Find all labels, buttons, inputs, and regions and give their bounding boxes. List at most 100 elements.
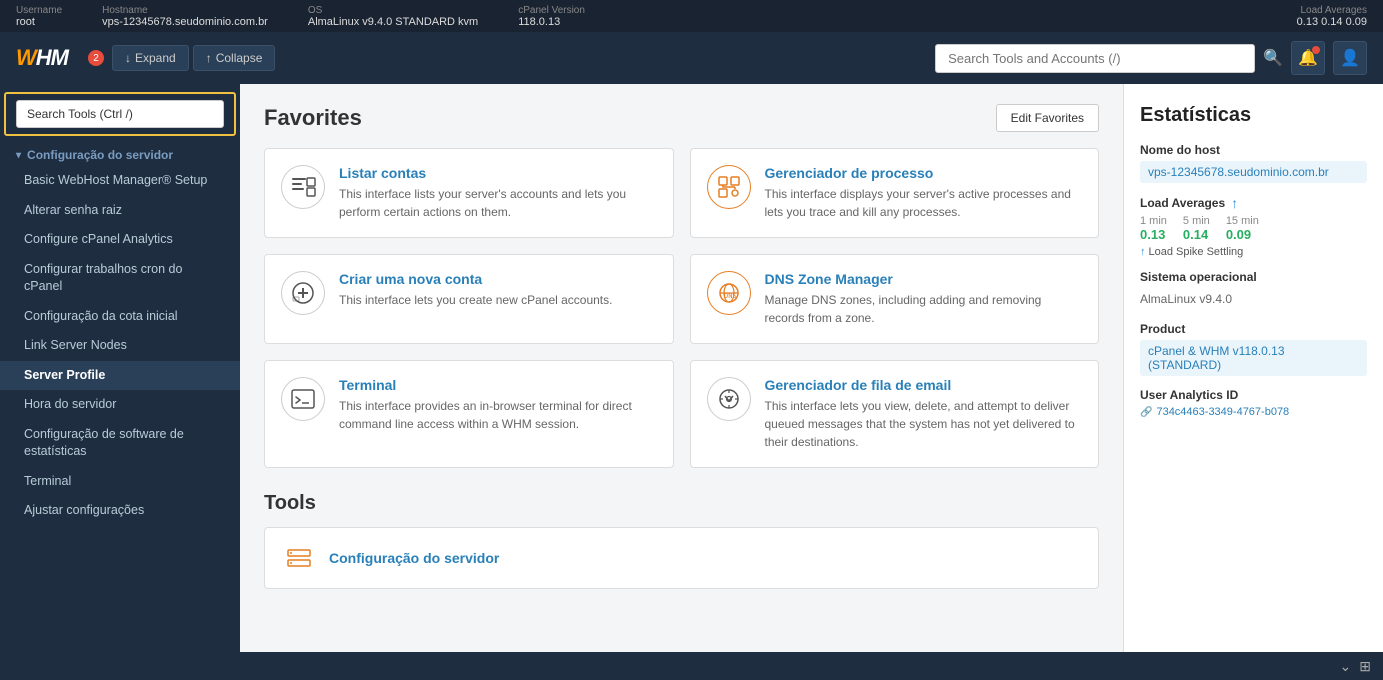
stats-title: Estatísticas xyxy=(1140,104,1367,127)
fav-card-processo-text: Gerenciador de processo This interface d… xyxy=(765,165,1083,221)
bottom-grid-icon[interactable]: ⊞ xyxy=(1359,658,1371,675)
load-5min-value: 0.14 xyxy=(1183,227,1210,242)
fav-card-dns-desc: Manage DNS zones, including adding and r… xyxy=(765,291,1083,327)
username-label: Username xyxy=(16,5,62,16)
product-stat-value: cPanel & WHM v118.0.13 (STANDARD) xyxy=(1140,340,1367,376)
load-5min-label: 5 min xyxy=(1183,215,1210,227)
fav-card-listar-contas-text: Listar contas This interface lists your … xyxy=(339,165,657,221)
bottom-bar: ⌄ ⊞ xyxy=(0,652,1383,680)
load-1min-col: 1 min 0.13 xyxy=(1140,215,1167,242)
main-content: Favorites Edit Favorites Listar contas xyxy=(240,84,1123,652)
main-layout: ▾ Configuração do servidor Basic WebHost… xyxy=(0,84,1383,652)
sidebar-item-server-profile[interactable]: Server Profile xyxy=(0,361,240,391)
fav-card-terminal-text: Terminal This interface provides an in-b… xyxy=(339,377,657,433)
dns-zone-icon: DNS xyxy=(707,271,751,315)
whm-logo: WHM xyxy=(16,45,68,71)
os-stat-value: AlmaLinux v9.4.0 xyxy=(1140,288,1367,310)
tools-title: Tools xyxy=(264,492,1099,515)
server-config-icon xyxy=(281,540,317,576)
fav-card-terminal[interactable]: Terminal This interface provides an in-b… xyxy=(264,360,674,468)
hostname-label: Hostname xyxy=(102,5,268,16)
sidebar-search-input[interactable] xyxy=(16,100,224,128)
sidebar-section-header-server[interactable]: ▾ Configuração do servidor xyxy=(0,140,240,166)
sidebar: ▾ Configuração do servidor Basic WebHost… xyxy=(0,84,240,652)
fav-card-criar-conta[interactable]: Criar uma nova conta This interface lets… xyxy=(264,254,674,344)
load-spike-label: ↑ Load Spike Settling xyxy=(1140,246,1367,258)
fav-card-listar-contas[interactable]: Listar contas This interface lists your … xyxy=(264,148,674,238)
sidebar-item-cota[interactable]: Configuração da cota inicial xyxy=(0,302,240,332)
fav-card-email-title: Gerenciador de fila de email xyxy=(765,377,1083,393)
hostname-stat-value: vps-12345678.seudominio.com.br xyxy=(1140,161,1367,183)
bottom-chevron-down-icon[interactable]: ⌄ xyxy=(1340,658,1352,675)
cpanel-value: 118.0.13 xyxy=(518,16,585,28)
sidebar-item-cron[interactable]: Configurar trabalhos cron do cPanel xyxy=(0,255,240,302)
load-averages-header: Load Averages ↑ xyxy=(1140,195,1367,211)
edit-favorites-button[interactable]: Edit Favorites xyxy=(996,104,1099,132)
email-queue-icon xyxy=(707,377,751,421)
chevron-down-icon: ▾ xyxy=(16,150,21,161)
top-info-bar: Username root Hostname vps-12345678.seud… xyxy=(0,0,1383,32)
username-info: Username root xyxy=(16,5,62,28)
fav-card-listar-contas-desc: This interface lists your server's accou… xyxy=(339,185,657,221)
tools-section: Tools Configuração do servidor xyxy=(264,492,1099,589)
favorites-title: Favorites xyxy=(264,105,362,131)
fav-card-dns[interactable]: DNS DNS Zone Manager Manage DNS zones, i… xyxy=(690,254,1100,344)
sidebar-item-ajustar[interactable]: Ajustar configurações xyxy=(0,496,240,526)
load-averages-info: Load Averages 0.13 0.14 0.09 xyxy=(1297,5,1367,28)
fav-card-terminal-title: Terminal xyxy=(339,377,657,393)
fav-card-email-desc: This interface lets you view, delete, an… xyxy=(765,397,1083,451)
collapse-arrow-icon: ↑ xyxy=(206,51,212,65)
header-search-button[interactable]: 🔍 xyxy=(1263,48,1283,68)
os-info: OS AlmaLinux v9.4.0 STANDARD kvm xyxy=(308,5,478,28)
analytics-link-icon: 🔗 xyxy=(1140,407,1152,418)
fav-card-criar-conta-desc: This interface lets you create new cPane… xyxy=(339,291,657,309)
os-stat-label: Sistema operacional xyxy=(1140,270,1367,284)
terminal-icon xyxy=(281,377,325,421)
load-15min-value: 0.09 xyxy=(1226,227,1259,242)
tools-row-server-config[interactable]: Configuração do servidor xyxy=(264,527,1099,589)
fav-card-listar-contas-title: Listar contas xyxy=(339,165,657,181)
bell-icon-button[interactable]: 🔔 xyxy=(1291,41,1325,75)
notification-badge: 2 xyxy=(88,50,104,66)
expand-button[interactable]: ↓ Expand xyxy=(112,45,189,71)
load-1min-label: 1 min xyxy=(1140,215,1167,227)
analytics-id-value: 🔗 734c4463-3349-4767-b078 xyxy=(1140,406,1367,418)
os-value: AlmaLinux v9.4.0 STANDARD kvm xyxy=(308,16,478,28)
user-icon-button[interactable]: 👤 xyxy=(1333,41,1367,75)
process-manager-icon xyxy=(707,165,751,209)
collapse-button[interactable]: ↑ Collapse xyxy=(193,45,276,71)
fav-card-gerenciador-processo[interactable]: Gerenciador de processo This interface d… xyxy=(690,148,1100,238)
fav-card-processo-title: Gerenciador de processo xyxy=(765,165,1083,181)
expand-arrow-icon: ↓ xyxy=(125,51,131,65)
load-cols: 1 min 0.13 5 min 0.14 15 min 0.09 xyxy=(1140,215,1367,242)
sidebar-item-link-server[interactable]: Link Server Nodes xyxy=(0,331,240,361)
sidebar-item-basic-webhost[interactable]: Basic WebHost Manager® Setup xyxy=(0,166,240,196)
fav-card-criar-conta-title: Criar uma nova conta xyxy=(339,271,657,287)
header-search-input[interactable] xyxy=(935,44,1255,73)
hostname-value: vps-12345678.seudominio.com.br xyxy=(102,16,268,28)
fav-card-processo-desc: This interface displays your server's ac… xyxy=(765,185,1083,221)
spike-arrow-icon: ↑ xyxy=(1140,246,1146,258)
fav-card-email-queue[interactable]: Gerenciador de fila de email This interf… xyxy=(690,360,1100,468)
sidebar-item-software-stats[interactable]: Configuração de software de estatísticas xyxy=(0,420,240,467)
load-label: Load Averages xyxy=(1300,5,1367,16)
fav-card-dns-title: DNS Zone Manager xyxy=(765,271,1083,287)
sidebar-item-configure-analytics[interactable]: Configure cPanel Analytics xyxy=(0,225,240,255)
stats-panel: Estatísticas Nome do host vps-12345678.s… xyxy=(1123,84,1383,652)
fav-card-criar-conta-text: Criar uma nova conta This interface lets… xyxy=(339,271,657,309)
sidebar-section-server-config: ▾ Configuração do servidor Basic WebHost… xyxy=(0,140,240,526)
create-account-icon xyxy=(281,271,325,315)
product-stat-label: Product xyxy=(1140,322,1367,336)
sidebar-section-title: Configuração do servidor xyxy=(27,148,173,162)
tools-row-server-config-title: Configuração do servidor xyxy=(329,550,499,566)
list-accounts-icon xyxy=(281,165,325,209)
load-values: 0.13 0.14 0.09 xyxy=(1297,16,1367,28)
cpanel-version-info: cPanel Version 118.0.13 xyxy=(518,5,585,28)
load-15min-col: 15 min 0.09 xyxy=(1226,215,1259,242)
favorites-grid: Listar contas This interface lists your … xyxy=(264,148,1099,468)
sidebar-item-hora[interactable]: Hora do servidor xyxy=(0,390,240,420)
sidebar-item-alterar-senha[interactable]: Alterar senha raiz xyxy=(0,196,240,226)
sidebar-item-terminal[interactable]: Terminal xyxy=(0,467,240,497)
load-1min-value: 0.13 xyxy=(1140,227,1167,242)
fav-card-dns-text: DNS Zone Manager Manage DNS zones, inclu… xyxy=(765,271,1083,327)
